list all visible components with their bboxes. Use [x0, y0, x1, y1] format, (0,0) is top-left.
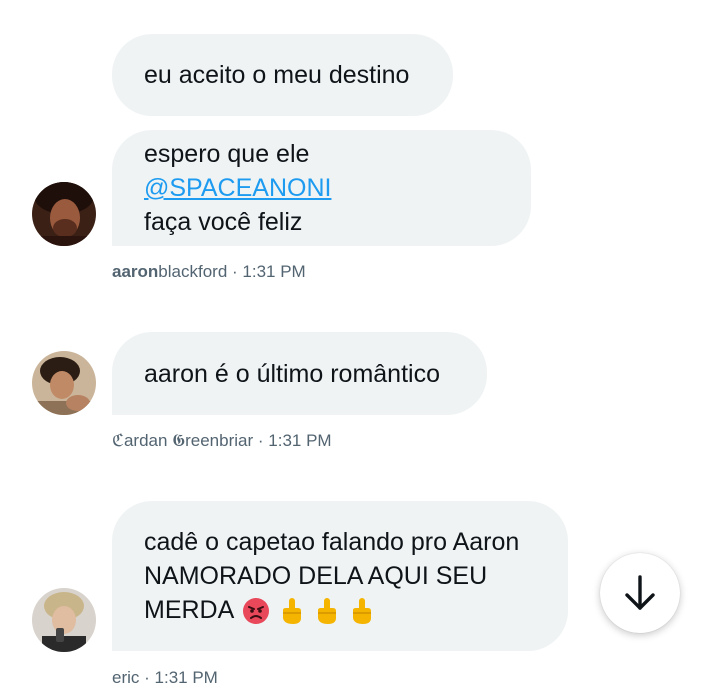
avatar-eric-icon [32, 588, 96, 652]
message-bubble[interactable]: espero que ele @SPACEANONI faça você fel… [112, 130, 531, 246]
avatar-cardan-icon [32, 351, 96, 415]
message-bubble[interactable]: cadê o capetao falando pro Aaron NAMORAD… [112, 501, 568, 651]
message-text: aaron é o último romântico [144, 359, 440, 388]
message-text-line: faça você feliz [144, 208, 303, 236]
author-name[interactable]: ℭardan 𝕲reenbriar [112, 431, 253, 450]
message-meta: aaronblackford · 1:31 PM [112, 262, 306, 282]
avatar-aaron-icon [32, 182, 96, 246]
message-text-prefix: espero que ele [144, 140, 310, 168]
meta-separator: · [227, 262, 243, 281]
message-time: 1:31 PM [154, 668, 218, 687]
author-name[interactable]: blackford [158, 262, 227, 281]
message-text-line: MERDA [144, 593, 536, 627]
meta-separator: · [139, 668, 155, 687]
author-name[interactable]: eric [112, 668, 139, 687]
message-time: 1:31 PM [268, 431, 332, 450]
avatar[interactable] [32, 351, 96, 415]
message-bubble[interactable]: eu aceito o meu destino [112, 34, 453, 116]
message-meta: ℭardan 𝕲reenbriar · 1:31 PM [112, 431, 332, 451]
middle-finger-emoji-icon [317, 598, 336, 625]
angry-face-emoji-icon [242, 598, 269, 625]
message-text: eu aceito o meu destino [144, 61, 410, 89]
message-meta: eric · 1:31 PM [112, 668, 218, 688]
avatar[interactable] [32, 588, 96, 652]
avatar[interactable] [32, 182, 96, 246]
middle-finger-emoji-icon [282, 598, 301, 625]
arrow-down-icon [625, 575, 655, 610]
message-bubble[interactable]: aaron é o último romântico [112, 332, 487, 415]
message-text: MERDA [144, 596, 233, 624]
meta-separator: · [253, 431, 269, 450]
message-text-line: NAMORADO DELA AQUI SEU [144, 562, 488, 590]
message-time: 1:31 PM [242, 262, 306, 281]
author-name-bold[interactable]: aaron [112, 262, 158, 281]
message-text: espero que ele @SPACEANONI [144, 137, 499, 205]
middle-finger-emoji-icon [352, 598, 371, 625]
mention-link[interactable]: @SPACEANONI [144, 174, 331, 202]
message-text-line: cadê o capetao falando pro Aaron [144, 528, 520, 556]
scroll-to-bottom-button[interactable] [600, 553, 680, 633]
